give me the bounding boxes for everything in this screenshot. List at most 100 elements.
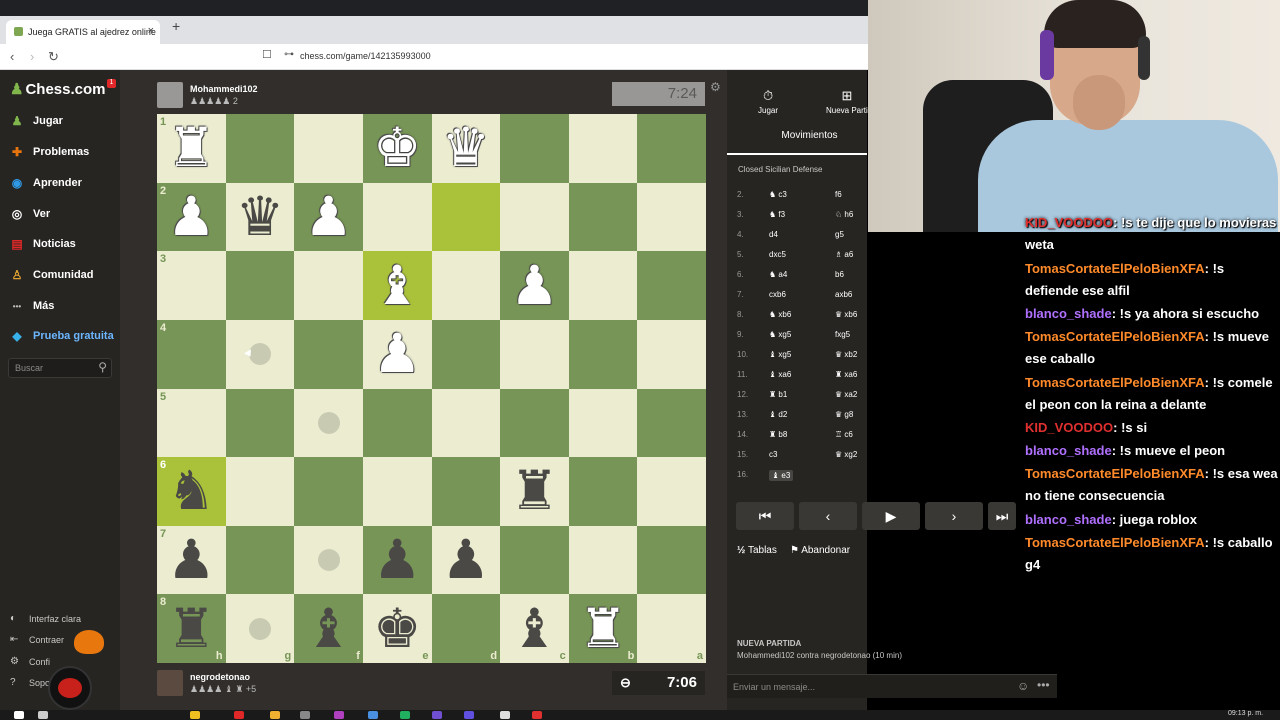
chat-username[interactable]: blanco_shade xyxy=(1025,512,1112,527)
black-move[interactable]: ♘ h6 xyxy=(835,210,853,219)
white-move[interactable]: ♞ a4 xyxy=(769,270,787,279)
opening-name[interactable]: Closed Sicilian Defense xyxy=(738,165,823,174)
black-move[interactable]: ♖ c6 xyxy=(835,430,853,439)
my-avatar[interactable] xyxy=(157,670,183,696)
taskbar-app-icon[interactable] xyxy=(464,711,474,719)
taskbar-app-icon[interactable] xyxy=(234,711,244,719)
white-rook-icon[interactable]: ♜ xyxy=(167,118,215,178)
chat-username[interactable]: TomasCortateElPeloBienXFA xyxy=(1025,329,1205,344)
board-square[interactable] xyxy=(568,114,638,183)
taskbar-app-icon[interactable] xyxy=(334,711,344,719)
draw-button[interactable]: ½ Tablas xyxy=(737,545,777,556)
sidebar-item-4[interactable]: ▤ Noticias xyxy=(8,233,118,255)
black-knight-icon[interactable]: ♞ xyxy=(167,461,215,521)
board-square[interactable] xyxy=(362,388,432,458)
board-square[interactable] xyxy=(637,251,706,320)
board-square[interactable] xyxy=(568,319,638,389)
white-move[interactable]: ♝ xa6 xyxy=(769,370,791,379)
board-square[interactable] xyxy=(637,182,706,252)
board-square[interactable] xyxy=(568,182,638,252)
board-square[interactable]: 4 xyxy=(157,319,226,389)
board-square[interactable] xyxy=(294,525,363,595)
board-square[interactable]: a xyxy=(637,594,706,663)
board-square[interactable] xyxy=(500,388,569,458)
white-pawn-icon[interactable]: ♟ xyxy=(373,324,421,384)
board-square[interactable] xyxy=(500,182,569,252)
url-field[interactable]: chess.com/game/142135993000 xyxy=(300,51,431,61)
white-move[interactable]: dxc5 xyxy=(769,250,786,259)
board-square[interactable] xyxy=(294,114,363,183)
sidebar-bottom-item-0[interactable]: ◐ Interfaz clara xyxy=(10,613,81,624)
board-square[interactable] xyxy=(225,457,295,526)
board-square[interactable]: e ♚ xyxy=(362,594,432,663)
board-square[interactable]: ♛ xyxy=(431,114,501,183)
board-square[interactable] xyxy=(294,319,363,389)
white-move[interactable]: ♝ e3 xyxy=(769,470,794,481)
black-move[interactable]: axb6 xyxy=(835,290,852,299)
board-square[interactable] xyxy=(500,319,569,389)
board-square[interactable] xyxy=(225,251,295,320)
sidebar-item-6[interactable]: ••• Más xyxy=(8,295,118,317)
move-hint-dot[interactable] xyxy=(317,411,340,434)
sidebar-bottom-item-3[interactable]: ? Sopo xyxy=(10,677,50,688)
tab-play[interactable]: ⏱ Jugar xyxy=(758,88,778,115)
last-move-icon[interactable]: ⏭ xyxy=(988,502,1016,530)
sidebar-bottom-item-2[interactable]: ⚙ Confi xyxy=(10,656,50,667)
white-pawn-icon[interactable]: ♟ xyxy=(304,186,352,247)
chat-username[interactable]: TomasCortateElPeloBienXFA xyxy=(1025,375,1205,390)
first-move-icon[interactable]: ⏮ xyxy=(736,502,794,530)
white-move[interactable]: ♜ b8 xyxy=(769,430,787,439)
board-square[interactable] xyxy=(225,388,295,458)
black-move[interactable]: fxg5 xyxy=(835,330,850,339)
more-icon[interactable]: ••• xyxy=(1037,678,1050,692)
sidebar-item-0[interactable]: ♟ Jugar xyxy=(8,110,118,132)
board-square[interactable] xyxy=(568,388,638,458)
white-move[interactable]: c3 xyxy=(769,450,777,459)
board-square[interactable] xyxy=(431,182,501,252)
board-square[interactable]: c ♝ xyxy=(500,594,569,663)
board-square[interactable] xyxy=(431,251,501,320)
board-square[interactable] xyxy=(225,525,295,595)
taskbar-app-icon[interactable] xyxy=(190,711,200,719)
black-move[interactable]: ♜ xa6 xyxy=(835,370,857,379)
white-move[interactable]: ♞ xg5 xyxy=(769,330,791,339)
black-pawn-icon[interactable]: ♟ xyxy=(442,530,490,590)
taskbar-app-icon[interactable] xyxy=(300,711,310,719)
taskbar-app-icon[interactable] xyxy=(270,711,280,719)
board-square[interactable]: 5 xyxy=(157,388,226,458)
bookmark-icon[interactable]: ☐ xyxy=(262,48,272,61)
taskbar-app-icon[interactable] xyxy=(368,711,378,719)
taskbar-app-icon[interactable] xyxy=(14,711,24,719)
board-square[interactable] xyxy=(225,319,295,389)
chat-username[interactable]: blanco_shade xyxy=(1025,306,1112,321)
sidebar-bottom-item-1[interactable]: ⇤ Contraer xyxy=(10,634,64,645)
chat-username[interactable]: KID_VOODOO xyxy=(1025,420,1113,435)
sidebar-item-5[interactable]: ♙ Comunidad xyxy=(8,264,118,286)
white-move[interactable]: ♝ d2 xyxy=(769,410,787,419)
sidebar-item-7[interactable]: ◆ Prueba gratuita xyxy=(8,325,118,347)
black-rook-icon[interactable]: ♜ xyxy=(510,461,558,521)
taskbar-app-icon[interactable] xyxy=(400,711,410,719)
my-name[interactable]: negrodetonao xyxy=(190,672,250,682)
chat-username[interactable]: KID_VOODOO xyxy=(1025,215,1113,230)
white-move[interactable]: ♝ xg5 xyxy=(769,350,791,359)
black-move[interactable]: f6 xyxy=(835,190,842,199)
board-square[interactable]: f ♝ xyxy=(294,594,363,663)
taskbar-app-icon[interactable] xyxy=(532,711,542,719)
board-square[interactable] xyxy=(637,457,706,526)
board-square[interactable] xyxy=(431,319,501,389)
black-move[interactable]: ♛ g8 xyxy=(835,410,853,419)
tab-close-icon[interactable]: × xyxy=(148,25,154,37)
sidebar-item-2[interactable]: ◉ Aprender xyxy=(8,172,118,194)
search-input[interactable]: Buscar ⚲ xyxy=(8,358,112,378)
board-square[interactable]: b ♜ xyxy=(568,594,638,663)
chat-username[interactable]: blanco_shade xyxy=(1025,443,1112,458)
board-square[interactable] xyxy=(362,182,432,252)
browser-tab[interactable]: Juega GRATIS al ajedrez online × xyxy=(6,20,160,44)
board-square[interactable] xyxy=(568,251,638,320)
black-move[interactable]: ♛ xa2 xyxy=(835,390,857,399)
board-square[interactable] xyxy=(500,114,569,183)
black-move[interactable]: ♛ xb6 xyxy=(835,310,857,319)
new-tab-button[interactable]: + xyxy=(172,18,180,34)
black-pawn-icon[interactable]: ♟ xyxy=(373,530,421,590)
